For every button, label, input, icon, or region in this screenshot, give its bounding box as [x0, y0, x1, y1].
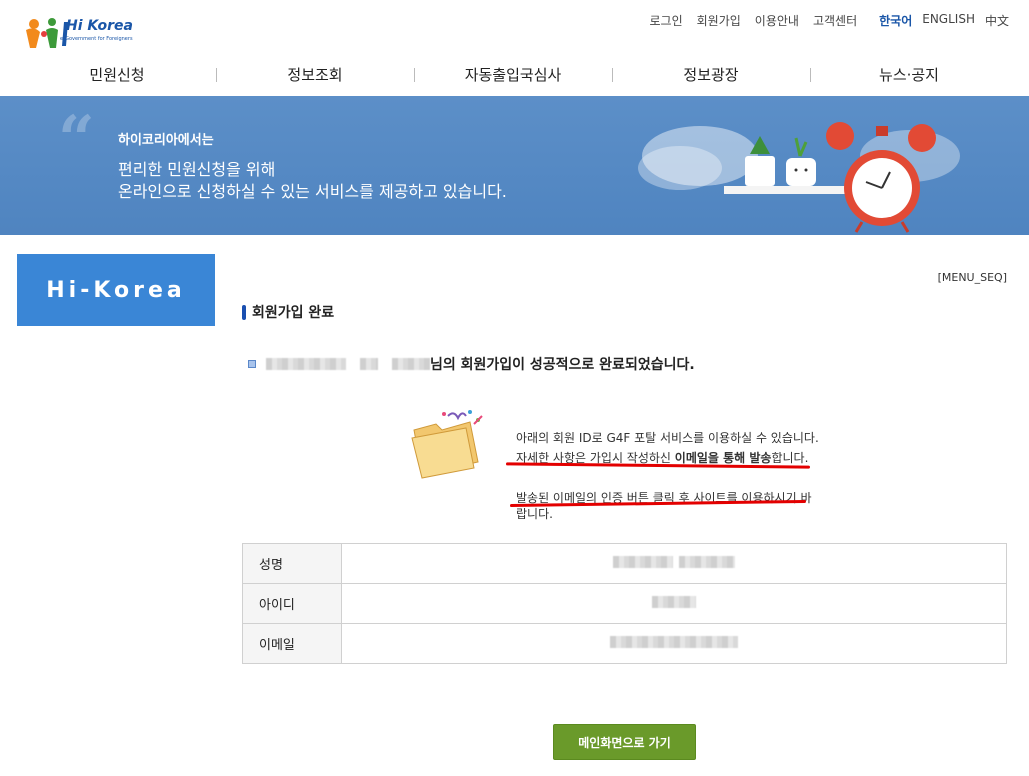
customer-center-link[interactable]: 고객센터	[813, 12, 857, 29]
redacted-value	[652, 595, 696, 608]
logo-subtitle: e-Government for Foreigners	[60, 36, 133, 42]
nav-item-civil-application[interactable]: 민원신청	[18, 58, 216, 92]
main-nav: 민원신청 정보조회 자동출입국심사 정보광장 뉴스·공지	[18, 58, 1008, 92]
lang-english[interactable]: ENGLISH	[922, 12, 975, 29]
table-row: 성명	[242, 543, 1007, 584]
lang-korean[interactable]: 한국어	[879, 12, 912, 29]
lang-chinese[interactable]: 中文	[985, 12, 1009, 29]
redacted-name	[392, 358, 430, 370]
id-value	[341, 583, 1007, 624]
member-info-table: 성명 아이디 이메일	[242, 543, 1007, 664]
redacted-value	[679, 555, 735, 568]
folder-celebration-icon	[411, 410, 483, 479]
nav-item-info-inquiry[interactable]: 정보조회	[216, 58, 414, 92]
nav-item-news-notice[interactable]: 뉴스·공지	[810, 58, 1008, 92]
side-title-box: Hi-Korea	[17, 254, 215, 326]
guide-link[interactable]: 이용안내	[755, 12, 799, 29]
redacted-name	[266, 358, 346, 370]
go-main-button[interactable]: 메인화면으로 가기	[553, 724, 696, 760]
redacted-name	[360, 358, 378, 370]
table-row: 이메일	[242, 623, 1007, 664]
utility-nav: 로그인 회원가입 이용안내 고객센터 한국어 ENGLISH 中文	[649, 12, 1009, 29]
name-value	[341, 543, 1007, 584]
language-switcher: 한국어 ENGLISH 中文	[879, 12, 1009, 29]
bullet-icon	[248, 360, 256, 368]
row-label-id: 아이디	[242, 583, 342, 624]
banner-line2: 온라인으로 신청하실 수 있는 서비스를 제공하고 있습니다.	[118, 182, 507, 201]
table-row: 아이디	[242, 583, 1007, 624]
logo-text: Hi Korea	[66, 18, 133, 34]
success-message: 님의 회원가입이 성공적으로 완료되었습니다.	[248, 354, 695, 374]
section-title: 회원가입 완료	[242, 302, 334, 322]
info-line1: 아래의 회원 ID로 G4F 포탈 서비스를 이용하실 수 있습니다.	[516, 431, 819, 445]
hero-banner: “ 하이코리아에서는 편리한 민원신청을 위해 온라인으로 신청하실 수 있는 …	[0, 96, 1029, 235]
banner-title: 하이코리아에서는	[118, 133, 214, 148]
nav-item-info-plaza[interactable]: 정보광장	[612, 58, 810, 92]
email-value	[341, 623, 1007, 664]
banner-line1: 편리한 민원신청을 위해	[118, 160, 276, 179]
row-label-name: 성명	[242, 543, 342, 584]
login-link[interactable]: 로그인	[649, 12, 682, 29]
info-text: 아래의 회원 ID로 G4F 포탈 서비스를 이용하실 수 있습니다. 자세한 …	[516, 428, 819, 524]
redacted-value	[610, 635, 738, 648]
nav-item-auto-immigration[interactable]: 자동출입국심사	[414, 58, 612, 92]
section-title-text: 회원가입 완료	[252, 305, 335, 321]
banner-illustration	[638, 122, 960, 233]
menu-seq-label: [MENU_SEQ]	[937, 271, 1007, 284]
quote-mark-icon: “	[58, 102, 95, 177]
title-bar-icon	[242, 304, 246, 320]
success-text: 님의 회원가입이 성공적으로 완료되었습니다.	[430, 357, 695, 373]
redacted-value	[613, 555, 673, 568]
row-label-email: 이메일	[242, 623, 342, 664]
signup-link[interactable]: 회원가입	[697, 12, 741, 29]
